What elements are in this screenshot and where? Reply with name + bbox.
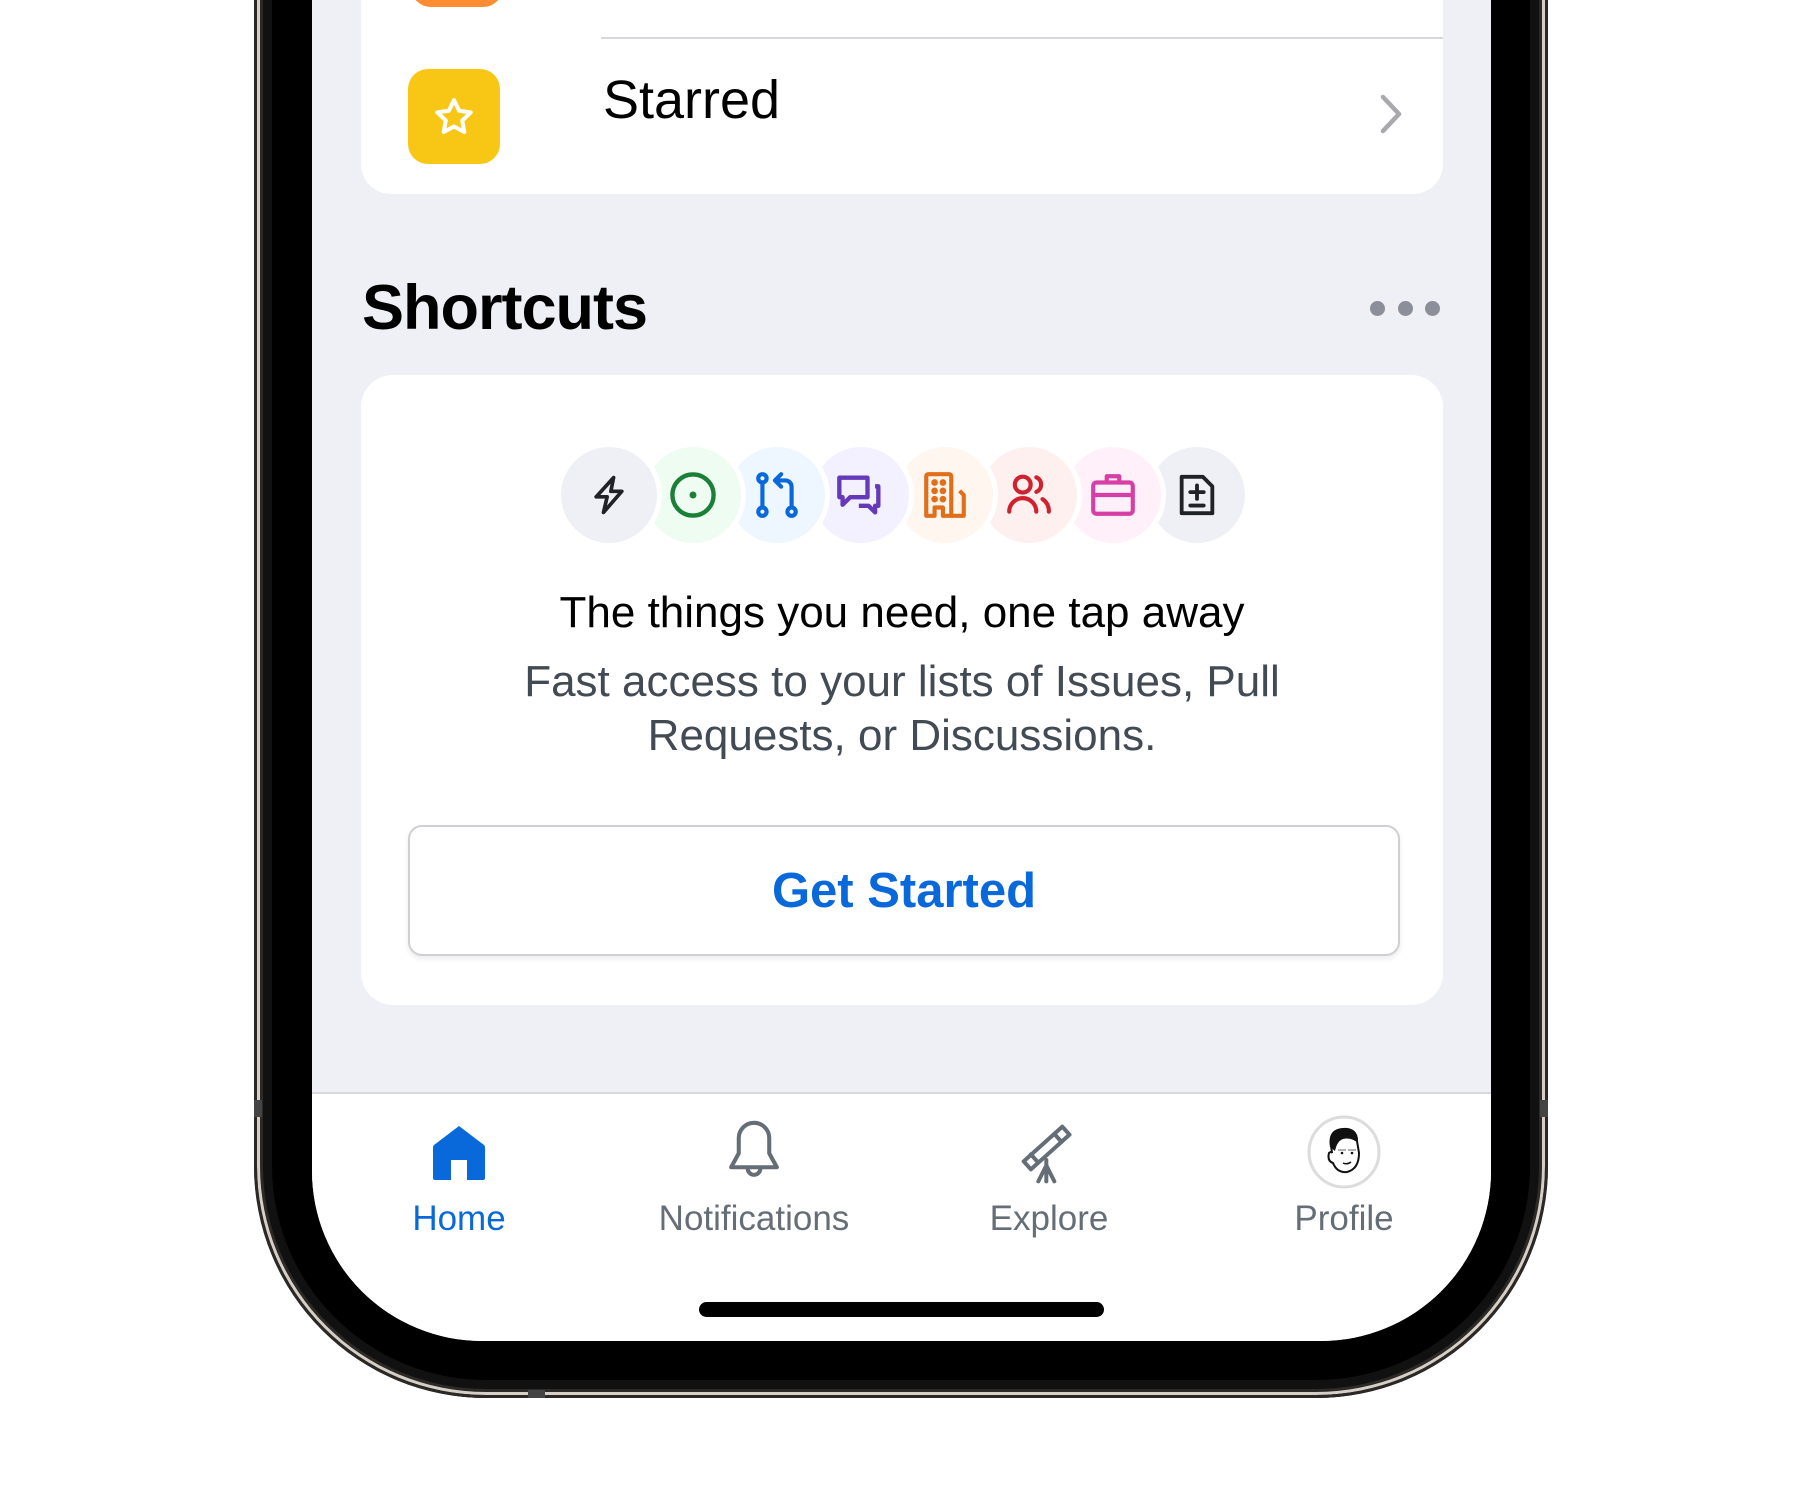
frame-antenna-band bbox=[528, 1390, 545, 1398]
issue-circle bbox=[645, 447, 741, 543]
more-dot bbox=[1425, 300, 1440, 316]
shortcut-icon-row bbox=[561, 447, 1261, 543]
tab-label: Notifications bbox=[658, 1199, 850, 1238]
pull-request-circle bbox=[729, 447, 825, 543]
zap-icon bbox=[594, 475, 624, 515]
tab-label: Profile bbox=[1294, 1199, 1394, 1238]
chevron-right-icon bbox=[1380, 94, 1402, 134]
tab-notifications[interactable]: Notifications bbox=[607, 1094, 901, 1254]
people-circle bbox=[981, 447, 1077, 543]
file-diff-circle bbox=[1149, 447, 1245, 543]
tab-profile[interactable]: Profile bbox=[1197, 1094, 1491, 1254]
frame-antenna-band bbox=[254, 1100, 262, 1117]
organization-circle bbox=[897, 447, 993, 543]
get-started-button[interactable]: Get Started bbox=[408, 825, 1400, 956]
list-item-starred[interactable]: Starred bbox=[361, 39, 1443, 194]
frame-antenna-band bbox=[1540, 1100, 1548, 1117]
star-icon bbox=[435, 97, 473, 134]
briefcase-icon bbox=[1091, 474, 1135, 516]
tab-label: Home bbox=[412, 1199, 506, 1238]
phone-screen: Starred Shortcuts The things you need, o… bbox=[312, 0, 1491, 1341]
bell-icon bbox=[729, 1120, 779, 1177]
shortcuts-card: The things you need, one tap away Fast a… bbox=[361, 375, 1443, 1005]
tab-label: Explore bbox=[989, 1199, 1109, 1238]
discussions-circle bbox=[813, 447, 909, 543]
orange-tile-icon bbox=[411, 0, 503, 7]
home-icon bbox=[433, 1126, 485, 1180]
pull-request-icon bbox=[756, 472, 798, 518]
list-card: Starred bbox=[361, 0, 1443, 194]
more-horizontal-icon bbox=[1370, 300, 1385, 316]
briefcase-circle bbox=[1065, 447, 1161, 543]
tab-explore[interactable]: Explore bbox=[902, 1094, 1196, 1254]
zap-circle bbox=[561, 447, 657, 543]
people-icon bbox=[1007, 474, 1051, 514]
telescope-icon bbox=[1021, 1124, 1072, 1184]
star-tile bbox=[408, 69, 500, 164]
list-item-label: Starred bbox=[603, 70, 781, 130]
discussions-icon bbox=[837, 475, 881, 515]
file-diff-icon bbox=[1179, 474, 1215, 516]
section-title: Shortcuts bbox=[362, 273, 648, 343]
shortcuts-heading: The things you need, one tap away bbox=[559, 588, 1245, 637]
organization-icon bbox=[924, 472, 966, 518]
issue-open-icon bbox=[670, 472, 716, 518]
home-indicator bbox=[699, 1302, 1104, 1317]
more-dot bbox=[1397, 300, 1413, 316]
tab-home[interactable]: Home bbox=[312, 1094, 606, 1254]
more-button[interactable] bbox=[1370, 296, 1440, 320]
avatar bbox=[1307, 1115, 1381, 1189]
shortcuts-description: Fast access to your lists of Issues, Pul… bbox=[524, 657, 1280, 760]
